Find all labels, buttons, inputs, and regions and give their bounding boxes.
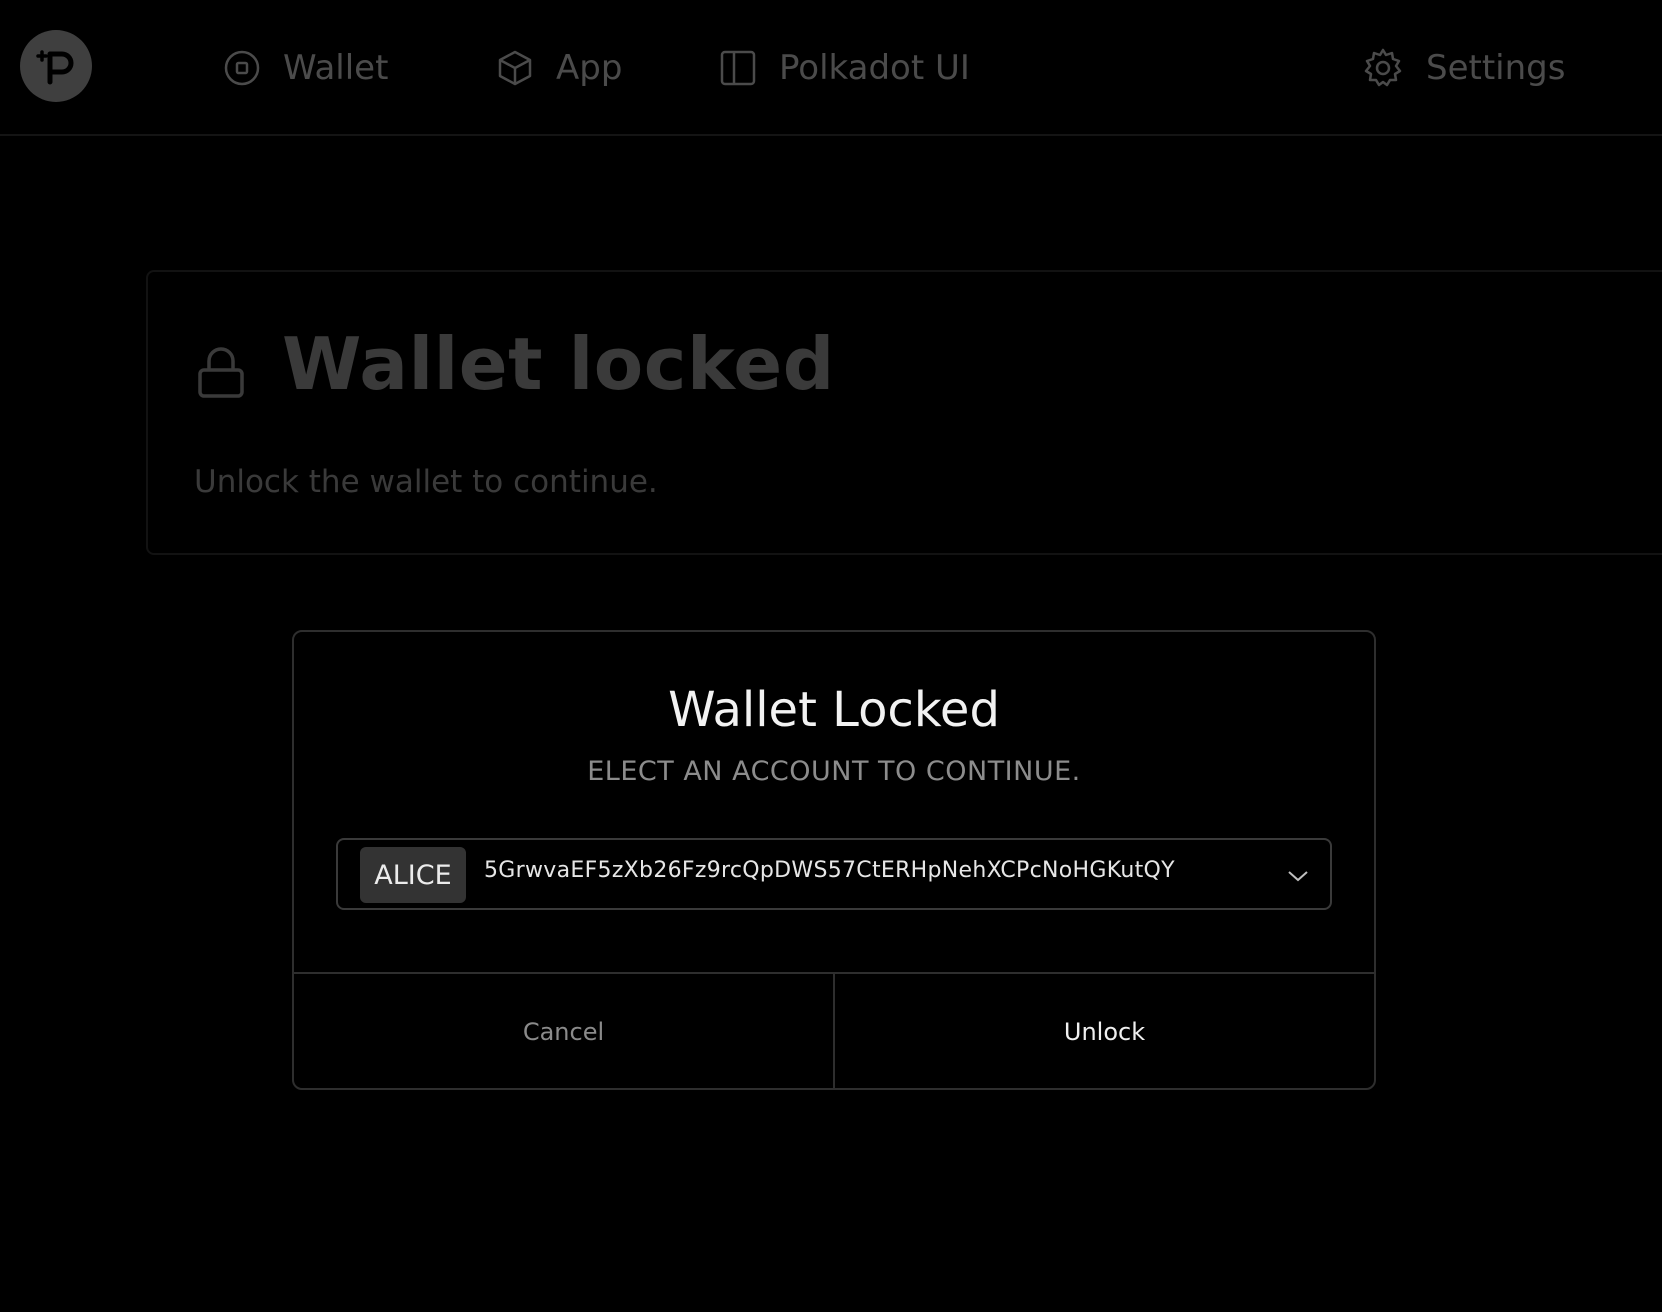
top-navigation: Wallet App Polkadot UI Settings [0, 0, 1662, 136]
page-title: Wallet locked [282, 322, 835, 406]
dialog-title: Wallet Locked [668, 682, 1000, 738]
sidebar-panel-icon [720, 50, 756, 86]
unlock-dialog: Wallet Locked ELECT AN ACCOUNT TO CONTIN… [292, 630, 1376, 1090]
lock-icon [198, 347, 244, 398]
account-address: 5GrwvaEF5zXb26Fz9rcQpDWS57CtERHpNehXCPcN… [484, 858, 1175, 883]
nav-item-label: Polkadot UI [779, 48, 970, 88]
nav-item-label: App [556, 48, 623, 88]
app-logo[interactable] [20, 30, 92, 102]
polkadot-logo-icon [36, 50, 74, 85]
account-name-badge: ALICE [360, 847, 466, 903]
cancel-button[interactable]: Cancel [294, 974, 835, 1090]
page: Wallet App Polkadot UI Settings Wallet l… [0, 0, 1662, 1312]
nav-item-app[interactable]: App [496, 40, 622, 96]
nav-item-settings[interactable]: Settings [1362, 40, 1565, 96]
nav-item-wallet[interactable]: Wallet [223, 40, 388, 96]
nav-item-label: Wallet [283, 48, 389, 88]
nav-item-label: Settings [1426, 48, 1566, 88]
circle-square-icon [224, 50, 260, 86]
dialog-subtitle: ELECT AN ACCOUNT TO CONTINUE. [587, 756, 1081, 787]
cube-icon [498, 50, 532, 86]
wallet-locked-card: Wallet locked Unlock the wallet to conti… [146, 270, 1662, 555]
page-subtitle: Unlock the wallet to continue. [194, 464, 658, 500]
chevron-down-icon [1288, 871, 1308, 882]
dialog-footer: Cancel Unlock [294, 972, 1374, 1090]
gear-icon [1364, 48, 1402, 87]
account-select[interactable]: ALICE 5GrwvaEF5zXb26Fz9rcQpDWS57CtERHpNe… [336, 838, 1332, 910]
nav-item-polkadot-ui[interactable]: Polkadot UI [719, 40, 970, 96]
unlock-button[interactable]: Unlock [835, 974, 1374, 1090]
